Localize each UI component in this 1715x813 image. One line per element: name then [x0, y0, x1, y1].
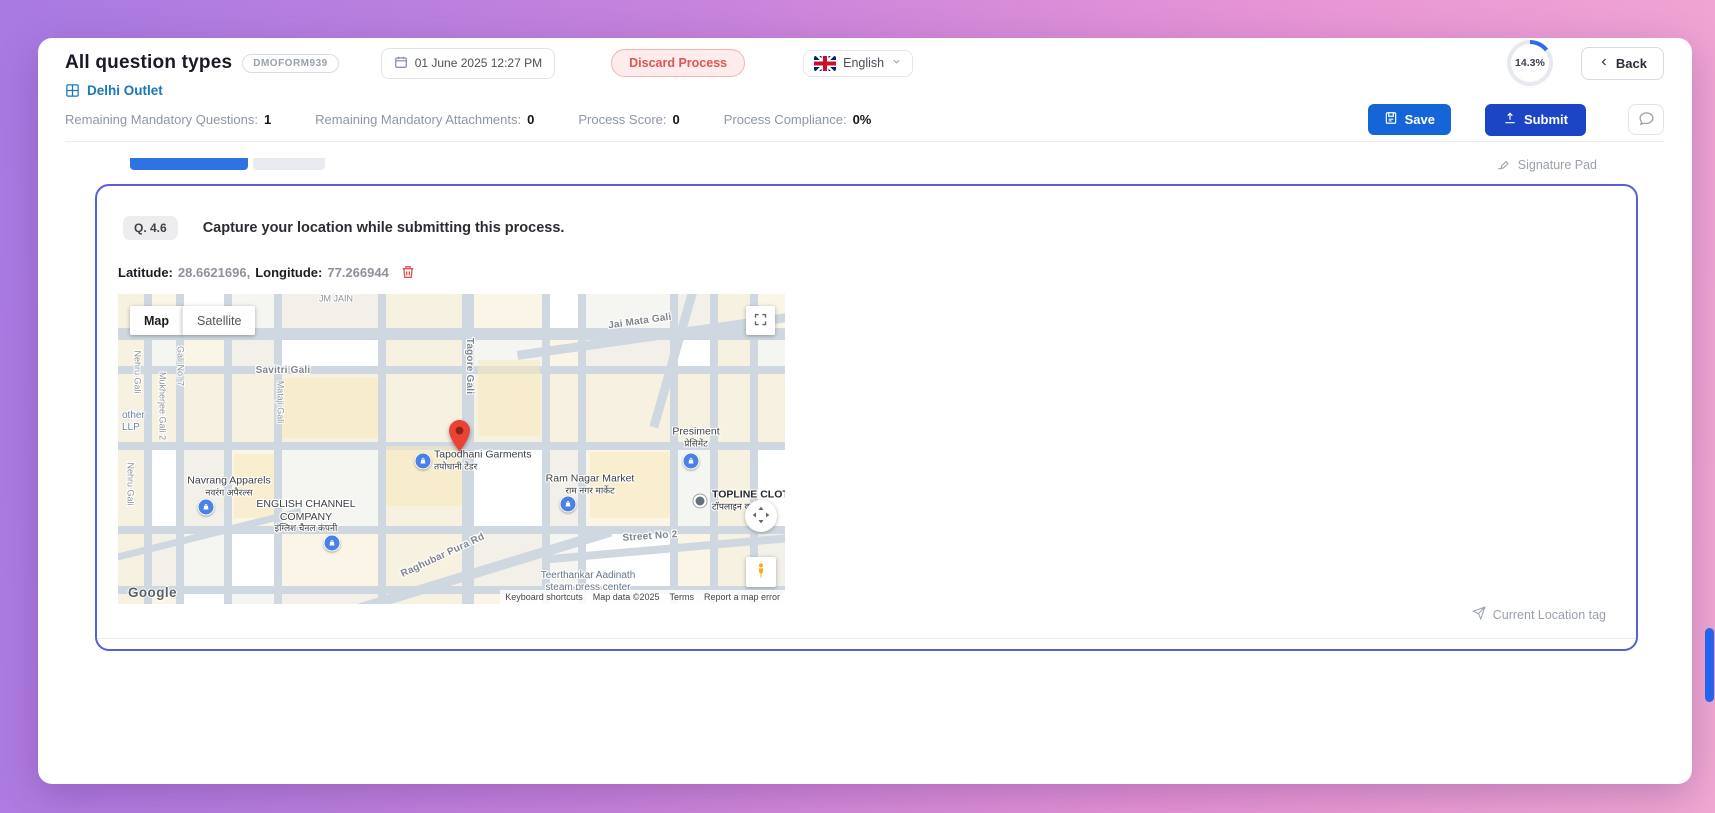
signature-pad-icon [1496, 156, 1511, 174]
discard-process-button[interactable]: Discard Process [611, 49, 746, 77]
page-scrollbar[interactable] [1705, 628, 1714, 702]
language-selector[interactable]: English [803, 49, 914, 77]
latitude-label: Latitude: [118, 264, 173, 280]
fullscreen-icon [753, 312, 768, 330]
map-data-label: Map data ©2025 [592, 592, 660, 602]
back-button[interactable]: Back [1580, 46, 1664, 80]
stat-remaining-questions: Remaining Mandatory Questions: 1 [65, 112, 271, 127]
signature-pad-row: Signature Pad [95, 156, 1638, 174]
question-text: Capture your location while submitting t… [202, 220, 565, 236]
submit-label: Submit [1523, 112, 1568, 127]
outlet-link[interactable]: Delhi Outlet [87, 83, 163, 98]
stat-label: Process Score: [578, 112, 667, 127]
datetime-text: 01 June 2025 12:27 PM [414, 56, 543, 70]
tab-stub[interactable] [253, 158, 325, 170]
outlet-icon [65, 83, 80, 98]
map-type-satellite-button[interactable]: Satellite [182, 306, 256, 335]
save-button[interactable]: Save [1367, 104, 1451, 135]
stat-value: 0% [852, 112, 872, 127]
terms-link[interactable]: Terms [669, 592, 694, 602]
stat-process-score: Process Score: 0 [578, 112, 679, 127]
language-label: English [843, 56, 885, 70]
uk-flag-icon [814, 55, 837, 71]
report-map-error-link[interactable]: Report a map error [704, 592, 780, 602]
fullscreen-button[interactable] [746, 306, 775, 335]
save-label: Save [1404, 112, 1435, 127]
latitude-value: 28.6621696, [177, 264, 251, 280]
stat-label: Remaining Mandatory Attachments: [315, 112, 522, 127]
keyboard-shortcuts-link[interactable]: Keyboard shortcuts [505, 592, 583, 602]
pan-arrows-icon [751, 505, 771, 528]
question-card: Q. 4.6 Capture your location while submi… [95, 184, 1638, 651]
submit-button[interactable]: Submit [1484, 103, 1586, 136]
location-tag-icon [1471, 606, 1486, 623]
stat-process-compliance: Process Compliance: 0% [724, 112, 872, 127]
stat-value: 1 [263, 112, 272, 127]
coordinates-row: Latitude: 28.6621696, Longitude: 77.2669… [118, 264, 1636, 280]
stat-label: Remaining Mandatory Questions: [65, 112, 258, 127]
form-code-badge: DMOFORM939 [242, 53, 339, 73]
question-footer: Current Location tag [1471, 606, 1606, 623]
shopping-poi-icon[interactable] [414, 452, 432, 470]
question-number-badge: Q. 4.6 [123, 216, 178, 240]
page-title: All question types [65, 52, 233, 73]
chat-icon [1638, 110, 1655, 130]
progress-ring: 14.3% [1506, 40, 1553, 86]
map-attribution: Keyboard shortcuts Map data ©2025 Terms … [500, 590, 785, 604]
stat-remaining-attachments: Remaining Mandatory Attachments: 0 [315, 112, 534, 127]
upload-icon [1503, 111, 1517, 128]
shopping-poi-icon[interactable] [682, 452, 700, 470]
map-marker[interactable] [449, 420, 470, 452]
trash-icon [400, 266, 416, 283]
stat-value: 0 [672, 112, 680, 127]
location-tag-label: Current Location tag [1492, 607, 1606, 622]
signature-pad-label: Signature Pad [1517, 158, 1597, 172]
back-label: Back [1615, 55, 1647, 71]
longitude-label: Longitude: [255, 264, 323, 280]
footer-divider [97, 638, 1636, 639]
tab-stub-active[interactable] [130, 158, 248, 170]
calendar-icon [394, 55, 408, 72]
pegman-button[interactable] [746, 557, 776, 587]
chevron-left-icon [1598, 56, 1610, 71]
shopping-poi-icon[interactable] [197, 498, 215, 516]
chevron-down-icon [891, 56, 902, 70]
pegman-icon [752, 562, 770, 583]
form-content: Signature Pad Q. 4.6 Capture your locati… [38, 156, 1692, 771]
google-logo[interactable]: Google [128, 585, 177, 600]
place-poi-icon[interactable] [693, 494, 707, 508]
map-type-map-button[interactable]: Map [130, 306, 183, 335]
pan-control[interactable] [745, 500, 777, 532]
longitude-value: 77.266944 [327, 264, 389, 280]
header: All question types DMOFORM939 01 June 20… [38, 38, 1692, 142]
stat-label: Process Compliance: [723, 112, 847, 127]
progress-value: 14.3% [1515, 57, 1545, 69]
main-panel: All question types DMOFORM939 01 June 20… [38, 38, 1692, 784]
datetime-display: 01 June 2025 12:27 PM [380, 47, 556, 79]
shopping-poi-icon[interactable] [559, 495, 577, 513]
delete-location-button[interactable] [400, 264, 416, 280]
app-background: All question types DMOFORM939 01 June 20… [0, 0, 1715, 813]
save-icon [1384, 111, 1398, 128]
map-widget[interactable]: JM JAIN Jai Mata Gali Savitri Gali Tagore G… [118, 294, 785, 604]
shopping-poi-icon[interactable] [323, 534, 341, 552]
chat-button[interactable] [1628, 104, 1664, 135]
stat-value: 0 [527, 112, 535, 127]
